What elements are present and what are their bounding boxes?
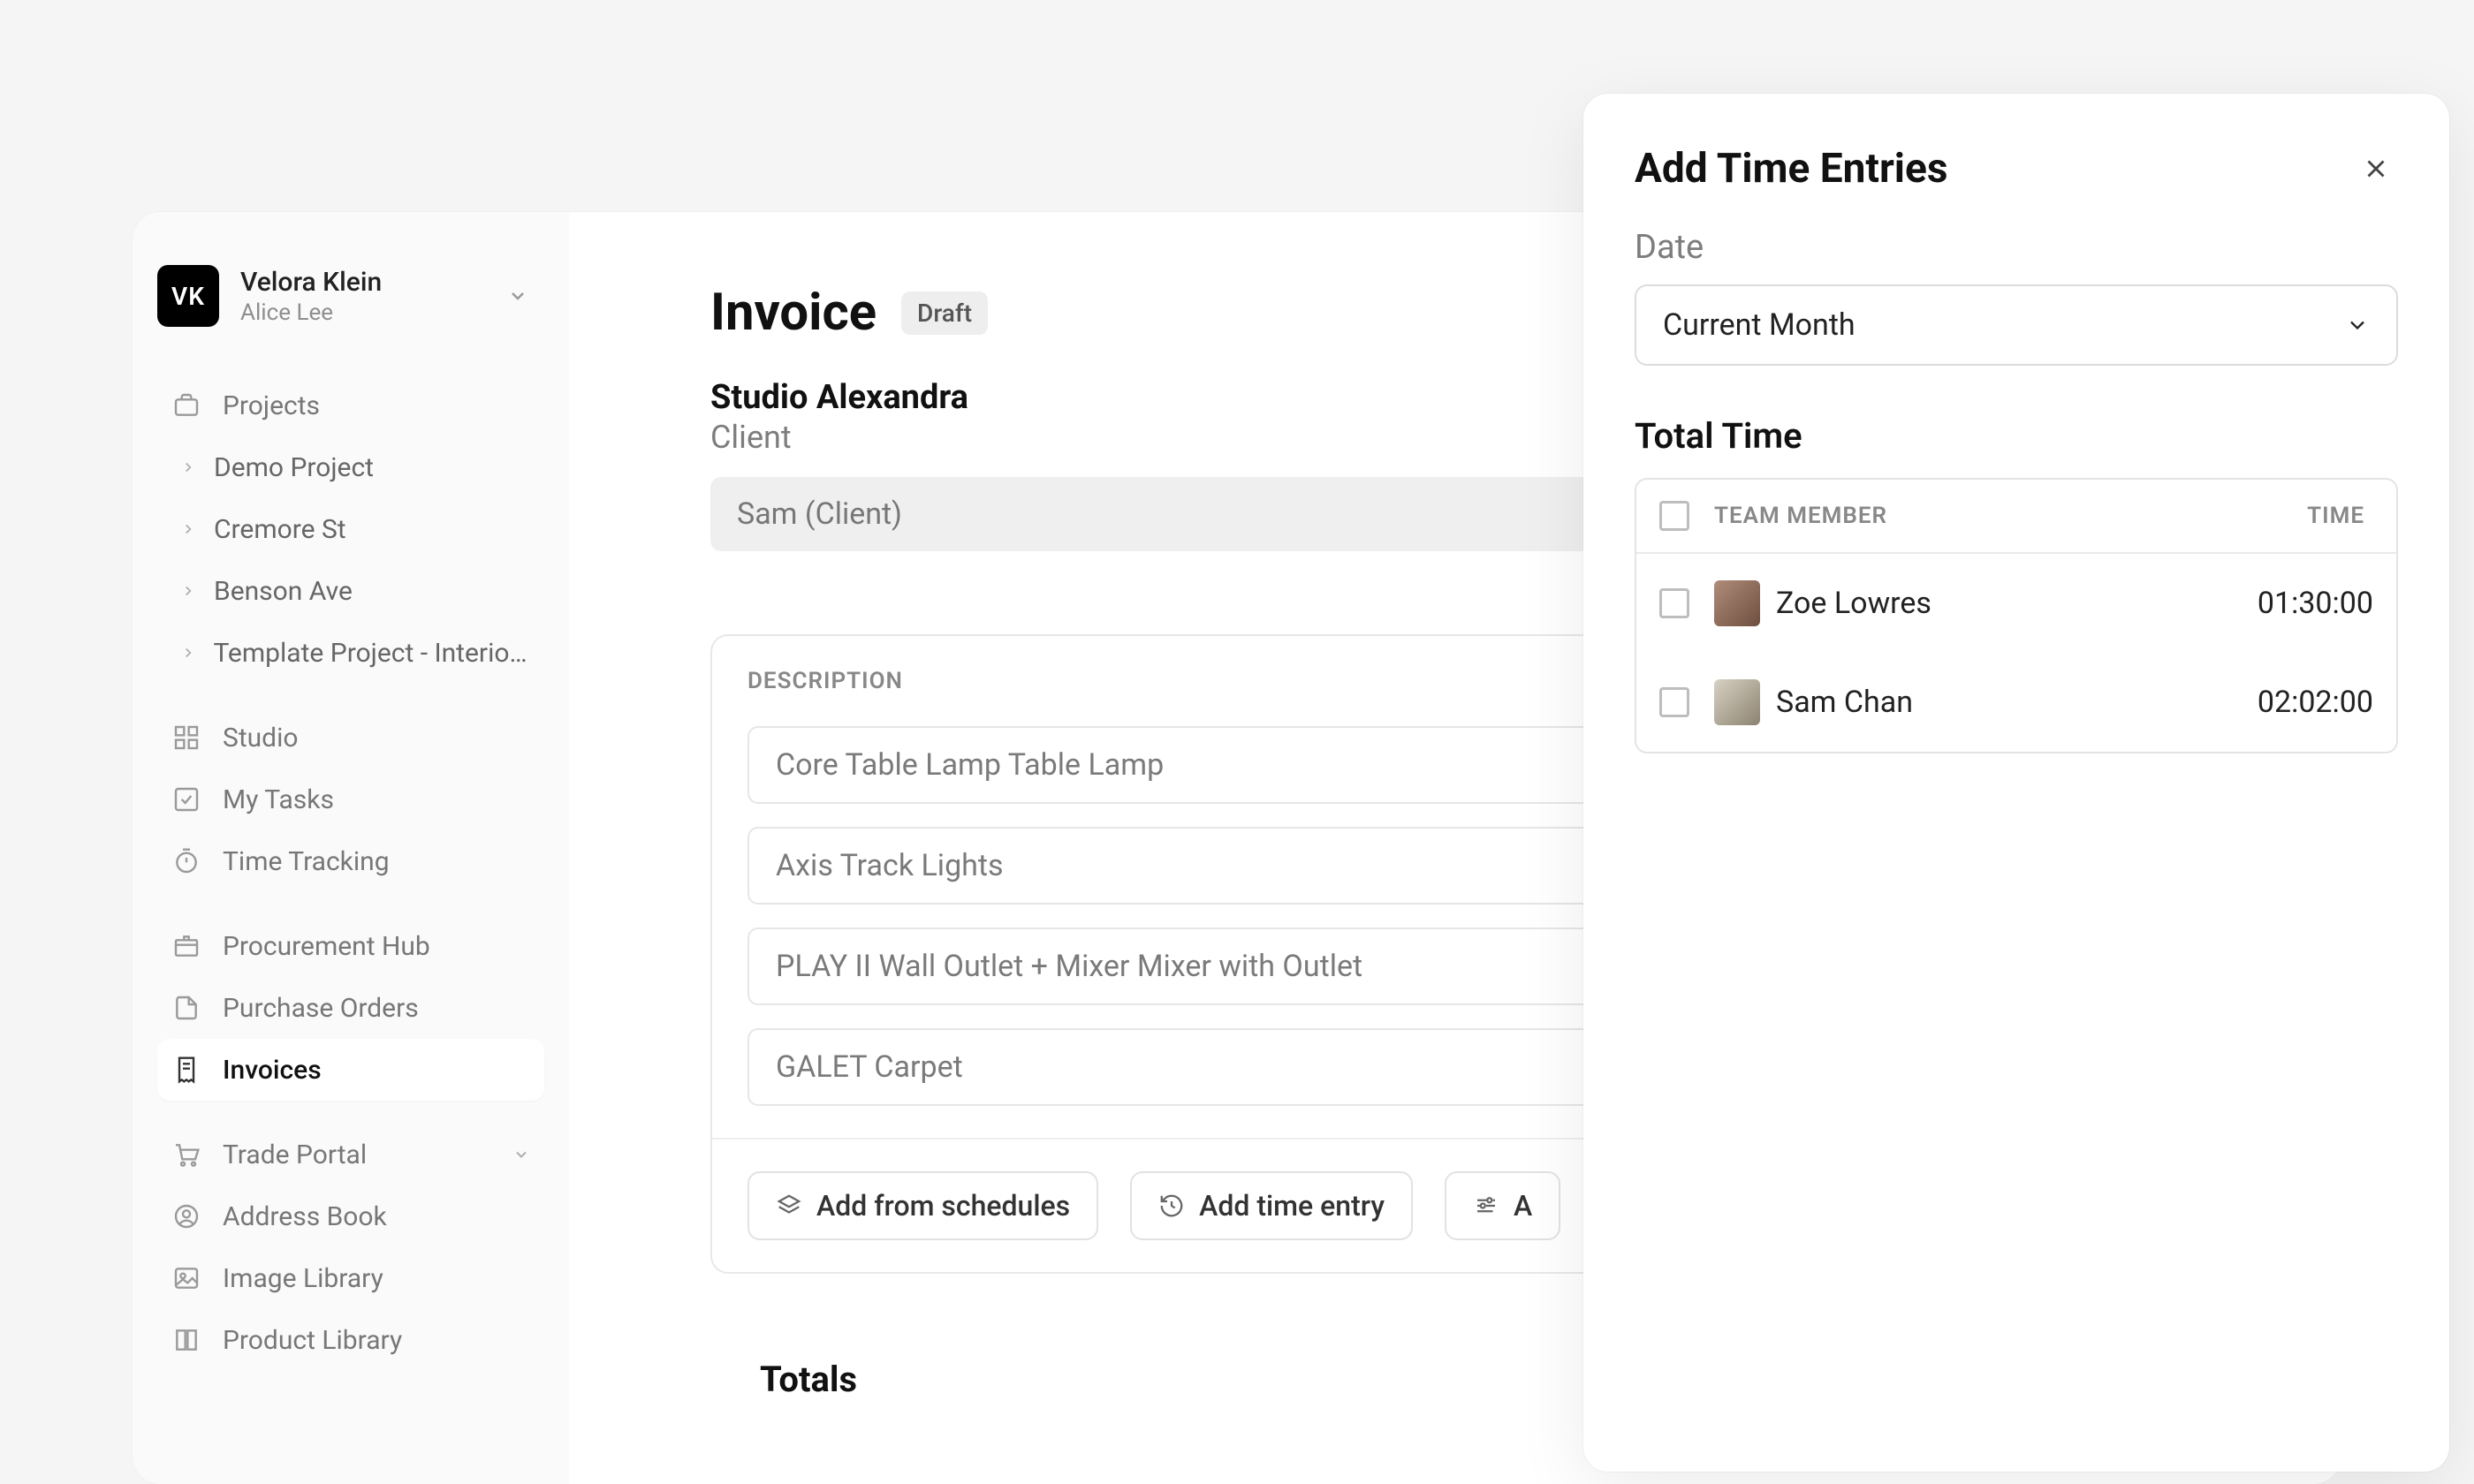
- member-name: Zoe Lowres: [1776, 586, 1931, 621]
- button-label: A: [1514, 1189, 1532, 1223]
- sidebar-item-label: Product Library: [223, 1325, 402, 1356]
- page-title: Invoice: [710, 283, 877, 343]
- project-item[interactable]: Template Project - Interior...: [157, 622, 544, 684]
- sidebar-item-image-library[interactable]: Image Library: [157, 1247, 544, 1309]
- chevron-right-icon: [178, 583, 198, 599]
- time-value: 02:02:00: [2258, 685, 2373, 720]
- sidebar-item-label: Procurement Hub: [223, 931, 430, 962]
- button-label: Add from schedules: [816, 1189, 1070, 1223]
- table-header: TEAM MEMBER TIME: [1636, 480, 2396, 554]
- file-text-icon: [171, 993, 201, 1023]
- sidebar-item-studio[interactable]: Studio: [157, 707, 544, 768]
- org-logo: VK: [157, 265, 219, 327]
- org-user: Alice Lee: [240, 299, 382, 326]
- nav-group-main: Studio My Tasks Time Tracking: [157, 707, 544, 892]
- table-row[interactable]: Zoe Lowres 01:30:00: [1636, 554, 2396, 653]
- row-checkbox[interactable]: [1659, 588, 1689, 618]
- nav-group-resources: Trade Portal Address Book Image Library …: [157, 1124, 544, 1371]
- project-label: Template Project - Interior...: [213, 638, 530, 669]
- sidebar-item-procurement-hub[interactable]: Procurement Hub: [157, 915, 544, 977]
- sidebar-item-invoices[interactable]: Invoices: [157, 1039, 544, 1101]
- sidebar-item-label: My Tasks: [223, 784, 334, 815]
- sidebar-item-trade-portal[interactable]: Trade Portal: [157, 1124, 544, 1185]
- briefcase-icon: [171, 390, 201, 420]
- user-circle-icon: [171, 1201, 201, 1231]
- sidebar-item-label: Projects: [223, 390, 320, 421]
- project-label: Demo Project: [214, 452, 374, 483]
- project-item[interactable]: Cremore St: [157, 498, 544, 560]
- sidebar-item-label: Invoices: [223, 1055, 322, 1086]
- sidebar-item-label: Address Book: [223, 1201, 387, 1232]
- row-checkbox[interactable]: [1659, 687, 1689, 717]
- date-range-select[interactable]: Current Month: [1635, 284, 2398, 366]
- nav-group-projects: Projects Demo Project Cremore St Benson …: [157, 375, 544, 684]
- org-meta: Velora Klein Alice Lee: [240, 267, 382, 326]
- sidebar-item-label: Purchase Orders: [223, 993, 419, 1024]
- panel-header: Add Time Entries: [1635, 145, 2398, 193]
- project-label: Cremore St: [214, 514, 346, 545]
- select-all-checkbox[interactable]: [1659, 501, 1689, 531]
- project-item[interactable]: Demo Project: [157, 436, 544, 498]
- column-time: TIME: [2307, 503, 2364, 529]
- sidebar-item-my-tasks[interactable]: My Tasks: [157, 768, 544, 830]
- chevron-down-icon: [512, 1146, 530, 1163]
- sidebar-item-projects[interactable]: Projects: [157, 375, 544, 436]
- clock-back-icon: [1158, 1192, 1185, 1219]
- stopwatch-icon: [171, 846, 201, 876]
- sidebar-item-purchase-orders[interactable]: Purchase Orders: [157, 977, 544, 1039]
- sidebar-item-label: Image Library: [223, 1263, 383, 1294]
- sliders-icon: [1473, 1192, 1499, 1219]
- sidebar-item-label: Time Tracking: [223, 846, 390, 877]
- button-label: Add time entry: [1199, 1189, 1385, 1223]
- grid-icon: [171, 723, 201, 753]
- org-switcher[interactable]: VK Velora Klein Alice Lee: [157, 261, 544, 352]
- layers-icon: [776, 1192, 802, 1219]
- cart-icon: [171, 1140, 201, 1170]
- sidebar-item-time-tracking[interactable]: Time Tracking: [157, 830, 544, 892]
- time-entries-table: TEAM MEMBER TIME Zoe Lowres 01:30:00 Sam…: [1635, 478, 2398, 753]
- add-custom-button-partial[interactable]: A: [1445, 1171, 1560, 1240]
- image-icon: [171, 1263, 201, 1293]
- avatar: [1714, 679, 1760, 725]
- close-icon: [2361, 154, 2391, 184]
- close-button[interactable]: [2354, 147, 2398, 191]
- column-team-member: TEAM MEMBER: [1714, 503, 1887, 529]
- project-item[interactable]: Benson Ave: [157, 560, 544, 622]
- add-time-entries-panel: Add Time Entries Date Current Month Tota…: [1583, 94, 2449, 1472]
- sidebar-item-product-library[interactable]: Product Library: [157, 1309, 544, 1371]
- sidebar-item-address-book[interactable]: Address Book: [157, 1185, 544, 1247]
- time-value: 01:30:00: [2258, 586, 2373, 621]
- sidebar-item-label: Studio: [223, 723, 299, 753]
- panel-title: Add Time Entries: [1635, 145, 1947, 193]
- org-name: Velora Klein: [240, 267, 382, 298]
- select-value: Current Month: [1663, 307, 1856, 343]
- book-icon: [171, 1325, 201, 1355]
- sidebar-item-label: Trade Portal: [223, 1140, 367, 1170]
- add-time-entry-button[interactable]: Add time entry: [1130, 1171, 1413, 1240]
- member-name: Sam Chan: [1776, 685, 1913, 720]
- chevron-right-icon: [178, 521, 198, 537]
- total-time-heading: Total Time: [1635, 415, 2398, 457]
- chevron-down-icon: [507, 285, 528, 307]
- sidebar: VK Velora Klein Alice Lee Projects Demo …: [133, 212, 569, 1484]
- check-square-icon: [171, 784, 201, 814]
- chevron-right-icon: [178, 645, 197, 661]
- receipt-icon: [171, 1055, 201, 1085]
- table-row[interactable]: Sam Chan 02:02:00: [1636, 653, 2396, 752]
- status-badge: Draft: [901, 292, 988, 335]
- date-label: Date: [1635, 228, 2398, 267]
- nav-group-procurement: Procurement Hub Purchase Orders Invoices: [157, 915, 544, 1101]
- project-label: Benson Ave: [214, 576, 353, 607]
- package-icon: [171, 931, 201, 961]
- add-from-schedules-button[interactable]: Add from schedules: [748, 1171, 1098, 1240]
- avatar: [1714, 580, 1760, 626]
- chevron-right-icon: [178, 459, 198, 475]
- chevron-down-icon: [2345, 313, 2370, 337]
